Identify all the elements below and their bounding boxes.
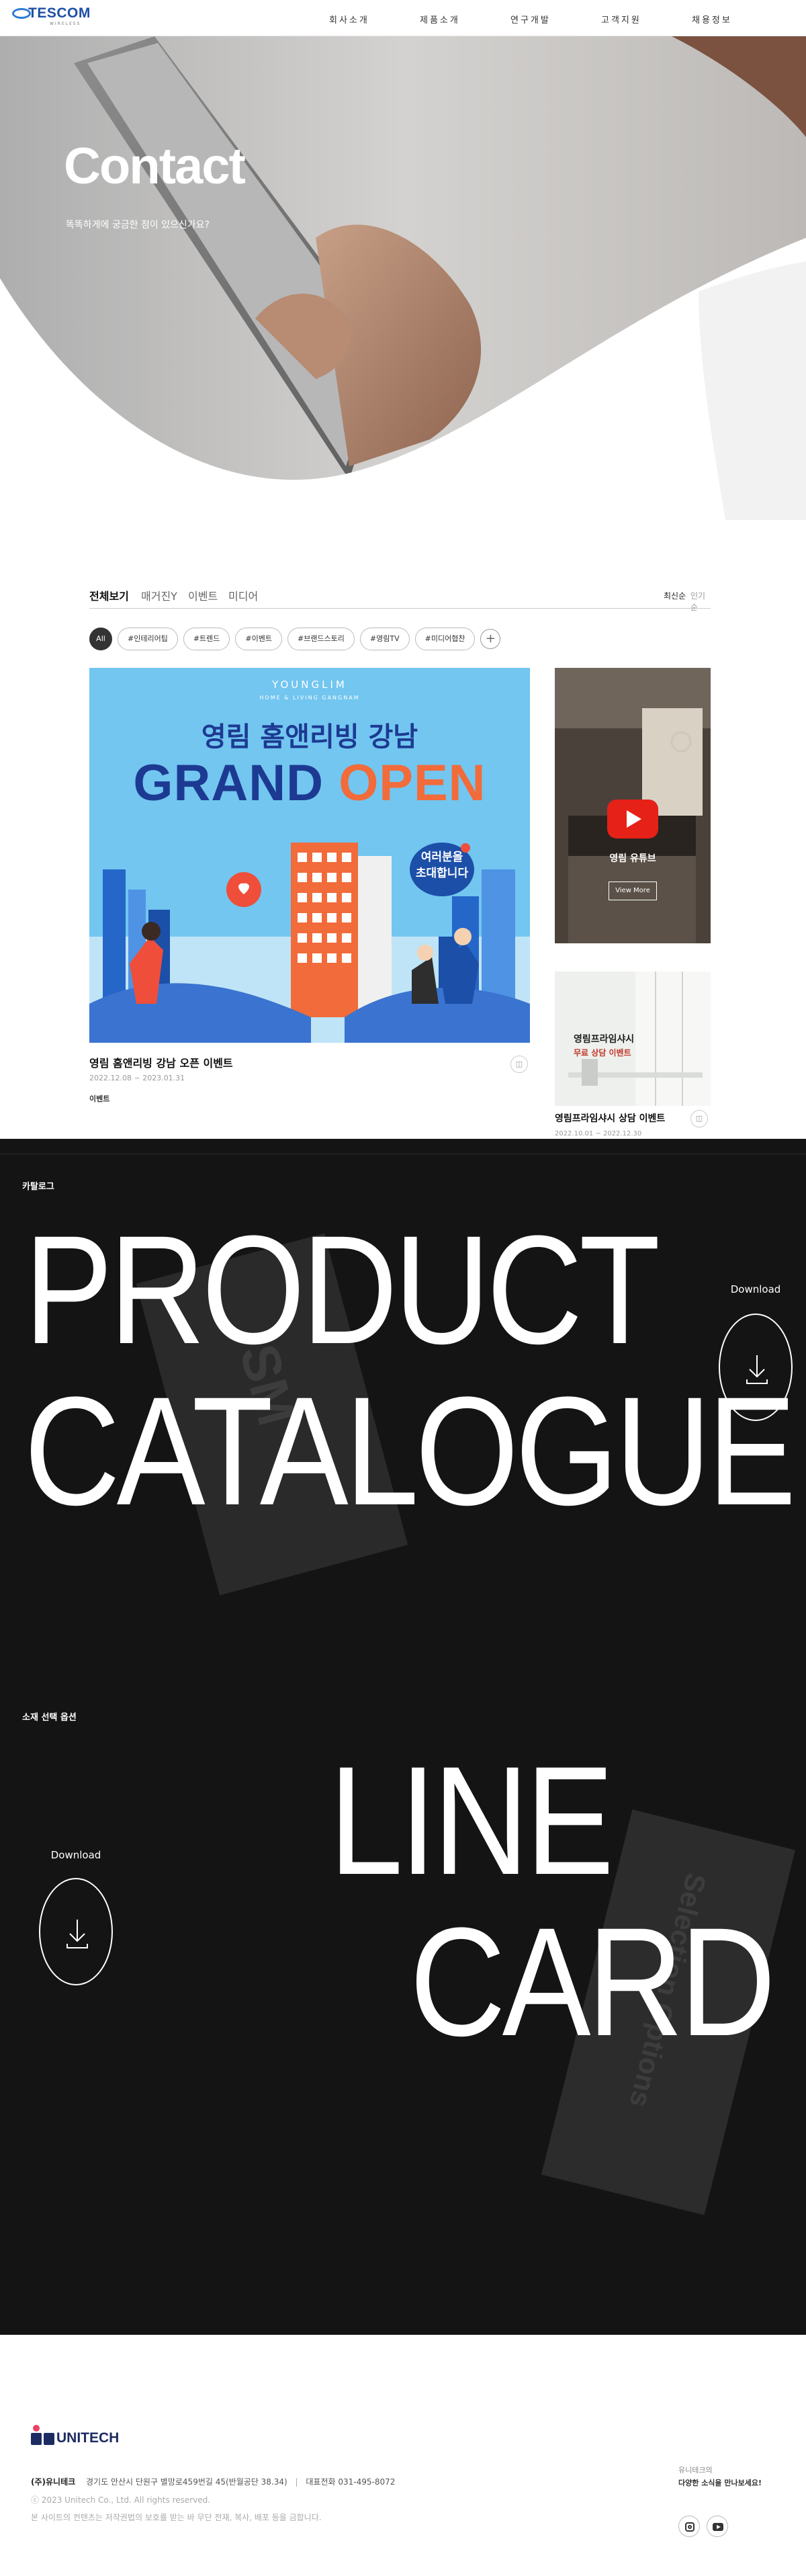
- linecard-line-1: LINE: [329, 1734, 614, 1907]
- copyright: ⓒ 2023 Unitech Co., Ltd. All rights rese…: [31, 2495, 211, 2505]
- catalogue-download-button[interactable]: [719, 1314, 793, 1421]
- copyright-notice: 본 사이트의 컨텐츠는 저작권법의 보호를 받는 바 무단 전재, 복사, 배포…: [31, 2513, 322, 2522]
- chip-media-sponsor[interactable]: #미디어협찬: [414, 628, 476, 650]
- menu-item-research[interactable]: 연구개발: [510, 13, 601, 26]
- family-label: 유니테크의: [678, 2466, 713, 2475]
- site-header: TESCOM WIRELESS 회사소개 제품소개 연구개발 고객지원 채용정보: [0, 0, 806, 36]
- grand-open-text: GRAND OPEN: [89, 754, 530, 812]
- menu-item-products[interactable]: 제품소개: [420, 13, 510, 26]
- sort-popular[interactable]: 인기순: [690, 590, 711, 613]
- youtube-title: 영림 유튜브: [609, 853, 656, 864]
- side-bookmark-icon[interactable]: ◫: [690, 1110, 708, 1127]
- youtube-card[interactable]: 영림 유튜브 View More: [555, 668, 711, 943]
- side-event-date: 2022.10.01 ~ 2022.12.30: [555, 1130, 642, 1137]
- tab-all[interactable]: 전체보기: [89, 587, 129, 603]
- tab-media[interactable]: 미디어: [228, 587, 258, 603]
- event-date: 2022.12.08 ~ 2023.01.31: [89, 1074, 185, 1082]
- company-tel: 대표전화 031-495-8072: [306, 2477, 396, 2487]
- linecard-download-label: Download: [50, 1849, 101, 1861]
- event-category: 이벤트: [89, 1094, 110, 1103]
- invite-line-2: 초대합니다: [415, 867, 469, 880]
- catalogue-line-2: CATALOGUE: [24, 1365, 796, 1537]
- logo-text: TESCOM: [28, 5, 91, 21]
- invite-bubble: 여러분을 초대합니다: [410, 849, 474, 882]
- chip-trend[interactable]: #트렌드: [183, 628, 230, 650]
- download-icon: [746, 1355, 768, 1384]
- open-word: OPEN: [339, 755, 486, 812]
- unitech-brand: UNITECH: [56, 2430, 120, 2446]
- unitech-mark-icon: [31, 2425, 54, 2445]
- site-footer: UNITECH (주)유니테크 경기도 안산시 단원구 별망로459번길 45(…: [0, 2335, 806, 2576]
- company-info: (주)유니테크 경기도 안산시 단원구 별망로459번길 45(반월공단 38.…: [31, 2477, 396, 2487]
- family-text: 다양한 소식을 만나보세요!: [678, 2479, 762, 2487]
- chip-brand-story[interactable]: #브랜드스토리: [287, 628, 355, 650]
- logo-subtext: WIRELESS: [50, 22, 81, 26]
- page-subtitle: 똑똑하게에 궁금한 점이 있으신가요?: [66, 220, 210, 230]
- main-menu: 회사소개 제품소개 연구개발 고객지원 채용정보: [329, 13, 782, 26]
- side-image-line-1: 영림프라임샤시: [574, 1034, 635, 1045]
- bookmark-icon[interactable]: ◫: [510, 1056, 528, 1073]
- board-tabs: 전체보기 매거진Y 이벤트 미디어 최신순 인기순: [89, 585, 711, 612]
- menu-item-company[interactable]: 회사소개: [329, 13, 420, 26]
- card-brand-sub: HOME & LIVING GANGNAM: [259, 695, 360, 701]
- sort-latest[interactable]: 최신순: [664, 590, 686, 601]
- card-headline: 영림 홈앤리빙 강남: [201, 722, 418, 753]
- page-title: Contact: [64, 138, 246, 195]
- card-brand: YOUNGLIM: [272, 679, 347, 691]
- more-chips-button[interactable]: +: [480, 629, 501, 649]
- view-more-button[interactable]: View More: [609, 882, 657, 900]
- side-event-image[interactable]: 영림프라임샤시 무료 상담 이벤트: [555, 972, 711, 1106]
- download-icon: [66, 1920, 88, 1948]
- linecard-line-2: CARD: [410, 1895, 776, 2068]
- hero-photo: [0, 36, 806, 520]
- linecard-download-button[interactable]: [39, 1878, 113, 1985]
- catalogue-line-1: PRODUCT: [24, 1203, 660, 1376]
- grand-word: GRAND: [133, 755, 324, 812]
- menu-item-support[interactable]: 고객지원: [601, 13, 692, 26]
- chip-all[interactable]: All: [89, 628, 112, 650]
- catalogue-section: SM 카탈로그 PRODUCT CATALOGUE Download 소재 선택…: [0, 1139, 806, 2335]
- company-address: 경기도 안산시 단원구 별망로459번길 45(반월공단 38.34): [86, 2477, 287, 2487]
- event-card-image[interactable]: YOUNGLIM HOME & LIVING GANGNAM 영림 홈앤리빙 강…: [89, 668, 530, 1043]
- side-event-title[interactable]: 영림프라임샤시 상담 이벤트: [555, 1111, 665, 1125]
- chip-younglim-tv[interactable]: #영림TV: [359, 628, 410, 650]
- event-title[interactable]: 영림 홈앤리빙 강남 오픈 이벤트: [89, 1054, 233, 1070]
- company-name: (주)유니테크: [31, 2477, 76, 2487]
- chip-event[interactable]: #이벤트: [235, 628, 282, 650]
- catalogue-label: 카탈로그: [22, 1182, 54, 1192]
- youtube-play-icon[interactable]: [607, 800, 658, 839]
- hashtag-filter: All #인테리어팁 #트렌드 #이벤트 #브랜드스토리 #영림TV #미디어협…: [89, 628, 501, 650]
- chip-interior-tip[interactable]: #인테리어팁: [118, 628, 178, 650]
- instagram-icon[interactable]: [678, 2516, 700, 2537]
- linecard-label: 소재 선택 옵션: [22, 1713, 77, 1723]
- invite-line-1: 여러분을: [420, 851, 463, 864]
- tab-magazine[interactable]: 매거진Y: [141, 587, 177, 603]
- side-image-line-2: 무료 상담 이벤트: [574, 1048, 631, 1058]
- hero-banner: Contact 똑똑하게에 궁금한 점이 있으신가요?: [0, 36, 806, 520]
- youtube-icon[interactable]: [707, 2516, 728, 2537]
- unitech-logo[interactable]: UNITECH: [31, 2424, 138, 2447]
- menu-item-careers[interactable]: 채용정보: [692, 13, 782, 26]
- tescom-logo[interactable]: TESCOM WIRELESS: [12, 4, 106, 30]
- catalogue-download-label: Download: [730, 1283, 781, 1295]
- tab-event[interactable]: 이벤트: [188, 587, 218, 603]
